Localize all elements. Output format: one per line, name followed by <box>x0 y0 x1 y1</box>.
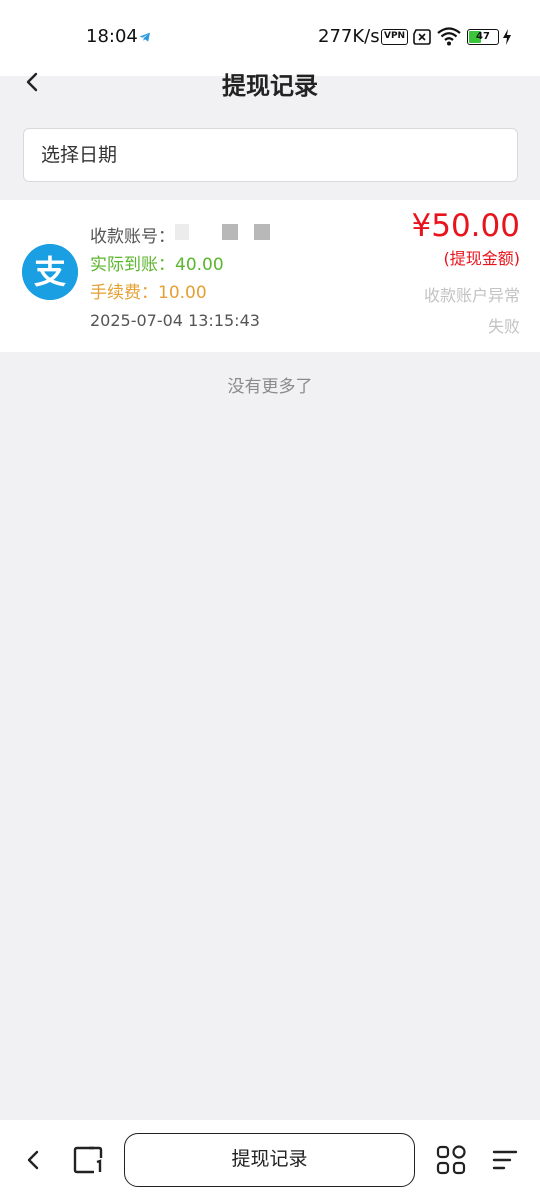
browser-bottom-bar: 提现记录 <box>0 1120 540 1200</box>
withdrawal-record[interactable]: 支 收款账号： 实际到账：40.00 手续费：10.00 2025-07-04 … <box>0 200 540 352</box>
charging-icon <box>503 29 511 45</box>
nav-bar: 提现记录 <box>0 52 540 110</box>
tabs-icon[interactable] <box>72 1144 106 1176</box>
alipay-icon: 支 <box>22 244 78 300</box>
withdraw-amount: ¥50.00 <box>411 208 520 244</box>
apps-grid-icon[interactable] <box>435 1144 467 1176</box>
address-bar[interactable]: 提现记录 <box>124 1133 415 1187</box>
list-end-text: 没有更多了 <box>227 377 313 397</box>
no-sim-icon <box>413 29 431 45</box>
vpn-icon: VPN <box>381 29 409 45</box>
record-timestamp: 2025-07-04 13:15:43 <box>90 311 260 330</box>
page-title: 提现记录 <box>222 72 318 100</box>
telegram-icon <box>137 29 153 45</box>
battery-level: 47 <box>476 31 490 42</box>
battery-icon: 47 <box>467 29 499 45</box>
withdraw-amount-label: (提现金额) <box>443 249 521 268</box>
status-badge: 失败 <box>487 317 520 336</box>
masked-account-digit <box>222 224 238 240</box>
alipay-glyph: 支 <box>34 253 66 291</box>
back-icon[interactable] <box>20 1146 46 1174</box>
account-label: 收款账号： <box>90 227 175 247</box>
fee-amount: 手续费：10.00 <box>90 283 207 303</box>
failure-reason: 收款账户异常 <box>423 286 520 305</box>
menu-icon[interactable] <box>490 1146 520 1174</box>
actual-received: 实际到账：40.00 <box>90 255 224 275</box>
wifi-icon <box>437 27 461 46</box>
masked-account-digit <box>254 224 270 240</box>
status-time: 18:04 <box>86 26 138 47</box>
date-picker-field[interactable]: 选择日期 <box>23 128 518 182</box>
network-speed: 277K/s <box>318 26 380 47</box>
masked-account-digit <box>175 224 189 240</box>
